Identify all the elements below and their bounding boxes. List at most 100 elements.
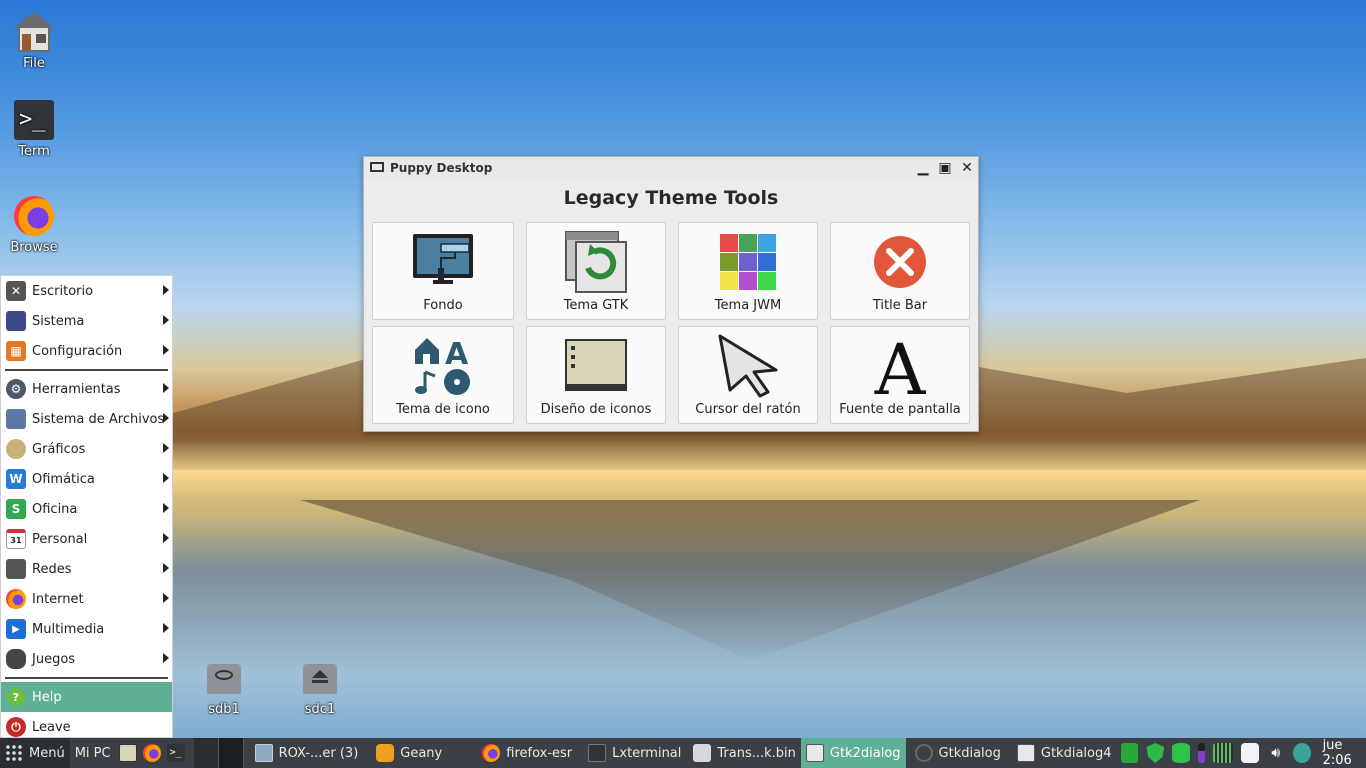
task-rox-filer[interactable]: ROX-...er (3) [250,738,364,768]
storage-icon[interactable] [1172,743,1191,763]
power-icon: ⏻ [6,717,26,737]
start-menu: ✕ Escritorio Sistema ▦ Configuración ⚙ H… [0,275,173,738]
menu-item-sistema[interactable]: Sistema [1,306,172,336]
window-icon [1016,744,1035,762]
task-geany[interactable]: Geany [371,738,447,768]
window-titlebar[interactable]: Puppy Desktop ▁ ▣ ✕ [364,157,978,179]
firefox-icon [6,589,26,609]
settings-grid-icon: ▦ [6,341,26,361]
drive-sdb1[interactable]: sdb1 [194,664,254,717]
volume-icon[interactable]: 🔊︎ [1267,743,1285,763]
task-label: firefox-esr [506,745,573,761]
tile-tema-de-icono[interactable]: A Tema de icono [372,326,514,424]
update-globe-icon[interactable] [1292,743,1311,763]
tile-fuente-de-pantalla[interactable]: A Fuente de pantalla [830,326,970,424]
menu-item-redes[interactable]: Redes [1,554,172,584]
palette-icon [6,439,26,459]
firewall-shield-icon[interactable] [1146,743,1165,763]
start-menu-button[interactable]: Menú [0,738,70,768]
menu-item-label: Ofimática [32,471,95,487]
workspace-pager[interactable] [193,738,244,768]
workspace-1[interactable] [193,738,219,768]
tile-fondo[interactable]: Fondo [372,222,514,320]
menu-item-ofimatica[interactable]: W Ofimática [1,464,172,494]
chevron-right-icon [163,285,169,295]
desktop-icon-term[interactable]: >_ Term [0,100,68,159]
chevron-right-icon [163,413,169,423]
task-label: Gtkdialog4 [1040,745,1112,761]
icon-layout-icon [565,339,627,391]
menu-item-label: Leave [32,719,71,735]
menu-item-configuracion[interactable]: ▦ Configuración [1,336,172,366]
system-tray: 🔊︎ jue 2:06 ⚙ [1117,738,1366,768]
menu-item-help[interactable]: ? Help [1,682,172,712]
menu-item-label: Personal [32,531,88,547]
task-lxterminal[interactable]: Lxterminal [583,738,686,768]
drive-sdc1[interactable]: sdc1 [290,664,350,717]
tile-title-bar[interactable]: Title Bar [830,222,970,320]
task-gtkdialog4[interactable]: Gtkdialog4 [1012,738,1117,768]
cpu-meter-icon[interactable] [1198,743,1206,763]
maximize-button[interactable]: ▣ [934,157,956,179]
task-label: Geany [400,745,443,761]
menu-separator [5,369,168,371]
menu-item-graficos[interactable]: Gráficos [1,434,172,464]
menu-item-label: Multimedia [32,621,105,637]
close-button[interactable]: ✕ [956,157,978,179]
window-icon [805,744,824,762]
chevron-right-icon [163,383,169,393]
svg-text:A: A [445,337,469,372]
jwm-color-grid-icon [720,234,776,290]
menu-item-herramientas[interactable]: ⚙ Herramientas [1,374,172,404]
menu-item-internet[interactable]: Internet [1,584,172,614]
menu-item-label: Herramientas [32,381,121,397]
svg-text:A: A [874,334,927,398]
task-label: Trans...k.bin [717,745,796,761]
menu-item-sistema-de-archivos[interactable]: Sistema de Archivos [1,404,172,434]
menu-item-label: Redes [32,561,72,577]
workspace-2[interactable] [218,738,244,768]
tile-diseno-de-iconos[interactable]: Diseño de iconos [526,326,666,424]
chevron-right-icon [163,443,169,453]
task-firefox-esr[interactable]: firefox-esr [477,738,577,768]
chevron-right-icon [163,593,169,603]
desktop-x-icon: ✕ [6,281,26,301]
menu-item-label: Internet [32,591,84,607]
task-transmission[interactable]: Trans...k.bin [688,738,801,768]
theme-tools-grid: Fondo Tema GTK Tema JWM Title Bar A Tema… [364,222,978,424]
quicklaunch-terminal[interactable]: >_ [164,738,188,768]
quicklaunch-filer[interactable] [116,738,140,768]
spreadsheet-icon: S [6,499,26,519]
tile-tema-gtk[interactable]: Tema GTK [526,222,666,320]
eject-drive-icon [303,664,337,694]
clipboard-icon[interactable] [1240,743,1259,763]
network-status-icon[interactable] [1120,743,1139,763]
menu-item-escritorio[interactable]: ✕ Escritorio [1,276,172,306]
menu-item-label: Escritorio [32,283,94,299]
chevron-right-icon [163,653,169,663]
memory-graph-icon[interactable] [1213,743,1233,763]
task-gtk2dialog[interactable]: Gtk2dialog [800,738,906,768]
chevron-right-icon [163,473,169,483]
menu-item-personal[interactable]: 31 Personal [1,524,172,554]
tile-cursor-del-raton[interactable]: Cursor del ratón [678,326,818,424]
desktop-icon-browse[interactable]: Browse [0,196,68,255]
menu-item-juegos[interactable]: Juegos [1,644,172,674]
menu-item-label: Sistema [32,313,85,329]
desktop-icon-file[interactable]: File [0,12,68,71]
help-icon: ? [4,685,28,709]
quicklaunch-firefox[interactable] [140,738,164,768]
menu-item-oficina[interactable]: S Oficina [1,494,172,524]
menu-item-label: Juegos [32,651,76,667]
gtk-refresh-icon [565,231,627,293]
tile-tema-jwm[interactable]: Tema JWM [678,222,818,320]
task-gtkdialog[interactable]: Gtkdialog [910,738,1006,768]
mi-pc-button[interactable]: Mi PC [70,738,116,768]
chevron-right-icon [163,533,169,543]
puppy-desktop-window: Puppy Desktop ▁ ▣ ✕ Legacy Theme Tools F… [363,156,979,432]
clock[interactable]: jue 2:06 [1323,738,1366,768]
menu-item-multimedia[interactable]: ▶ Multimedia [1,614,172,644]
minimize-button[interactable]: ▁ [912,157,934,179]
play-icon: ▶ [6,619,26,639]
drive-label: sdb1 [208,702,240,717]
